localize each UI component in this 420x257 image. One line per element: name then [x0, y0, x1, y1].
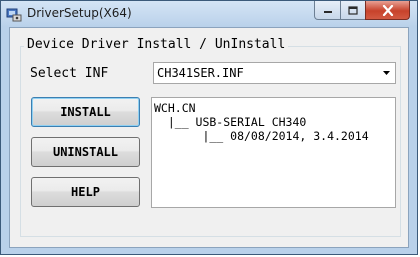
- close-icon: [382, 4, 393, 16]
- minimize-button[interactable]: [314, 1, 341, 20]
- minimize-icon: [323, 11, 332, 13]
- install-button[interactable]: INSTALL: [31, 97, 140, 127]
- title-bar[interactable]: DriverSetup(X64): [1, 1, 417, 27]
- info-line-device: |__ USB-SERIAL CH340: [154, 115, 307, 129]
- uninstall-button[interactable]: UNINSTALL: [31, 137, 140, 167]
- maximize-icon: [348, 5, 358, 15]
- window-title: DriverSetup(X64): [27, 6, 132, 20]
- dialog-client-area: Device Driver Install / UnInstall Select…: [9, 27, 409, 248]
- select-inf-dropdown[interactable]: CH341SER.INF: [153, 62, 396, 84]
- select-inf-value: CH341SER.INF: [157, 66, 244, 80]
- info-line-vendor: WCH.CN: [154, 101, 196, 115]
- info-line-version: |__ 08/08/2014, 3.4.2014: [154, 129, 369, 143]
- group-title: Device Driver Install / UnInstall: [24, 37, 289, 52]
- close-button[interactable]: [365, 1, 410, 20]
- maximize-button[interactable]: [340, 1, 366, 20]
- driver-setup-icon: [6, 8, 22, 22]
- driver-setup-window: DriverSetup(X64) Device Driver Install /…: [0, 0, 418, 255]
- select-inf-label: Select INF: [30, 66, 109, 81]
- help-button[interactable]: HELP: [31, 177, 140, 207]
- driver-info-box: WCH.CN |__ USB-SERIAL CH340 |__ 08/08/20…: [151, 97, 396, 208]
- chevron-down-icon[interactable]: [381, 68, 392, 78]
